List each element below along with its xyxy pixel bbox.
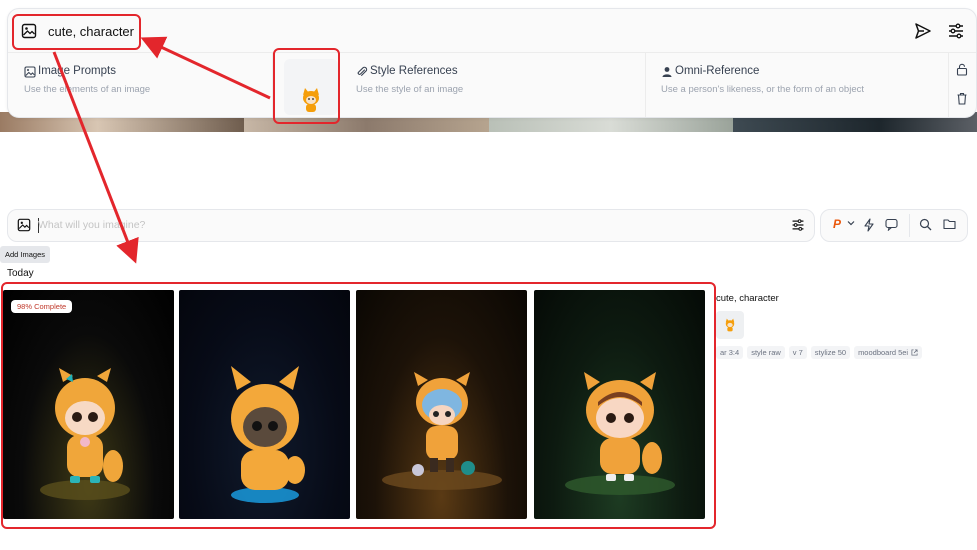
toolbar: P bbox=[820, 209, 968, 242]
param-tag[interactable]: style raw bbox=[747, 346, 785, 359]
character-figure-2 bbox=[231, 366, 305, 503]
moodboard-tag[interactable]: moodboard 5ei bbox=[854, 346, 923, 359]
generated-image-grid: 98% Complete bbox=[3, 290, 708, 520]
style-references-section[interactable]: Style References Use the style of an ima… bbox=[343, 53, 645, 117]
prompt-input[interactable]: cute, character bbox=[48, 24, 134, 39]
lightning-icon[interactable] bbox=[863, 218, 875, 232]
style-references-subtitle: Use the style of an image bbox=[356, 84, 464, 95]
image-icon[interactable] bbox=[21, 23, 37, 39]
personalize-button[interactable]: P bbox=[833, 217, 841, 231]
image-prompts-section[interactable]: Image Prompts Use the elements of an ima… bbox=[8, 53, 272, 117]
generated-image[interactable] bbox=[534, 290, 705, 519]
divider bbox=[272, 53, 273, 117]
add-images-tooltip: Add Images bbox=[0, 246, 51, 263]
generated-image[interactable] bbox=[356, 290, 527, 519]
person-icon bbox=[661, 66, 673, 78]
section-heading: Today bbox=[7, 268, 34, 279]
param-tag[interactable]: ar 3:4 bbox=[716, 346, 744, 359]
omni-reference-title: Omni-Reference bbox=[675, 65, 760, 77]
imagine-input[interactable]: What will you imagine? bbox=[38, 219, 145, 231]
character-figure-3 bbox=[382, 372, 502, 490]
character-figure-1 bbox=[40, 368, 130, 500]
paperclip-icon bbox=[356, 66, 368, 78]
image-prompt-thumbnail[interactable] bbox=[284, 59, 338, 115]
lock-icon[interactable] bbox=[956, 63, 968, 76]
prompt-row: cute, character bbox=[8, 9, 976, 53]
image-icon bbox=[24, 66, 36, 78]
settings-sliders-icon[interactable] bbox=[791, 218, 805, 232]
generated-image[interactable] bbox=[179, 290, 350, 519]
param-tag[interactable]: v 7 bbox=[788, 346, 807, 359]
send-icon[interactable] bbox=[914, 22, 932, 40]
fox-character-thumbnail bbox=[303, 88, 319, 112]
image-prompts-subtitle: Use the elements of an image bbox=[24, 84, 151, 95]
settings-sliders-icon[interactable] bbox=[947, 22, 965, 40]
image-icon[interactable] bbox=[17, 218, 31, 232]
generated-image[interactable]: 98% Complete bbox=[3, 290, 174, 519]
job-parameter-tags: ar 3:4 style raw v 7 stylize 50 moodboar… bbox=[716, 346, 923, 359]
folder-icon[interactable] bbox=[943, 218, 956, 230]
divider bbox=[909, 214, 910, 237]
omni-reference-subtitle: Use a person's likeness, or the form of … bbox=[661, 84, 864, 95]
trash-icon[interactable] bbox=[956, 92, 968, 105]
chat-icon[interactable] bbox=[885, 218, 898, 231]
progress-badge: 98% Complete bbox=[11, 300, 73, 313]
job-prompt[interactable]: cute, character bbox=[716, 293, 779, 304]
character-figure-4 bbox=[565, 372, 675, 495]
omni-reference-section[interactable]: Omni-Reference Use a person's likeness, … bbox=[645, 53, 948, 117]
param-tag[interactable]: stylize 50 bbox=[810, 346, 851, 359]
moodboard-tag-label: moodboard 5ei bbox=[858, 348, 909, 357]
image-prompts-title: Image Prompts bbox=[38, 65, 116, 77]
fox-character-thumbnail bbox=[725, 318, 735, 332]
external-link-icon bbox=[911, 349, 918, 356]
imagine-bar[interactable]: What will you imagine? bbox=[7, 209, 815, 242]
chevron-down-icon[interactable] bbox=[847, 219, 855, 227]
search-icon[interactable] bbox=[919, 218, 932, 231]
style-references-title: Style References bbox=[370, 65, 458, 77]
prompt-panel: cute, character Image Prompts Use the el… bbox=[7, 8, 977, 118]
divider bbox=[948, 53, 949, 117]
job-reference-thumbnail[interactable] bbox=[716, 311, 744, 339]
